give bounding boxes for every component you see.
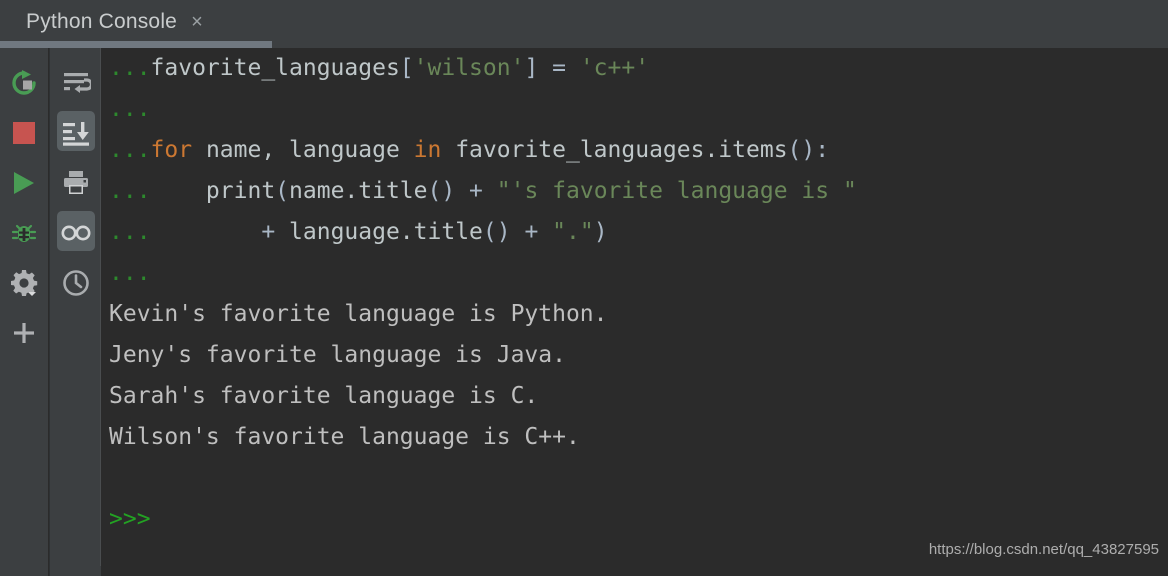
print-button[interactable] — [54, 158, 98, 208]
continuation-prompt: ... — [109, 137, 151, 163]
console-input-line: ... — [101, 253, 1168, 294]
code-token: 'c++' — [579, 55, 650, 81]
continuation-prompt: ... — [109, 260, 151, 286]
output-text: Kevin's favorite language is Python. — [109, 301, 608, 327]
python-console-window: Python Console × ...favorite_languages['… — [0, 0, 1168, 576]
code-token: (): — [787, 137, 830, 163]
run-button[interactable] — [2, 158, 46, 208]
tab-bar: Python Console × — [0, 0, 1168, 48]
continuation-prompt: ... — [109, 219, 151, 245]
console-input-line: ...for name, language in favorite_langua… — [101, 130, 1168, 171]
settings-gear-button[interactable] — [2, 258, 46, 308]
continuation-prompt: ... — [109, 96, 151, 122]
code-token: + — [150, 219, 290, 245]
active-tab-indicator — [0, 41, 272, 48]
watermark-text: https://blog.csdn.net/qq_43827595 — [928, 541, 1159, 558]
code-token: [ — [399, 55, 414, 81]
close-icon[interactable]: × — [191, 12, 203, 32]
code-token: print — [150, 178, 276, 204]
console-line-list: ...favorite_languages['wilson'] = 'c++'.… — [101, 48, 1168, 540]
continuation-prompt: ... — [109, 178, 151, 204]
console-input-line: ... — [101, 89, 1168, 130]
code-token: favorite_languages.items — [441, 137, 788, 163]
glasses-button[interactable] — [54, 208, 98, 258]
plus-button[interactable] — [2, 308, 46, 358]
code-token: () + — [427, 178, 497, 204]
code-token: name.title — [289, 178, 428, 204]
console-input-line: ... print(name.title() + "'s favorite la… — [101, 171, 1168, 212]
code-token: ( — [275, 178, 290, 204]
console-input-line: ... + language.title() + ".") — [101, 212, 1168, 253]
code-token: ] = — [524, 55, 580, 81]
output-text: Jeny's favorite language is Java. — [109, 342, 566, 368]
code-token: in — [413, 137, 442, 163]
debug-bug-button[interactable] — [2, 208, 46, 258]
console-prompt-line: >>> — [101, 499, 1168, 540]
output-text: Sarah's favorite language is C. — [109, 383, 539, 409]
code-token: "." — [552, 219, 594, 245]
tab-label: Python Console — [26, 10, 178, 33]
code-token: () + — [482, 219, 553, 245]
code-token: language.title — [289, 219, 483, 245]
scroll-to-end-button[interactable] — [54, 108, 98, 158]
console-view-toolbar — [49, 48, 101, 576]
console-output-line: Kevin's favorite language is Python. — [101, 294, 1168, 335]
tab-python-console[interactable]: Python Console × — [0, 0, 223, 44]
rerun-button[interactable] — [2, 58, 46, 108]
console-output-line: Jeny's favorite language is Java. — [101, 335, 1168, 376]
ps1-prompt[interactable]: >>> — [109, 506, 151, 532]
code-token: 'wilson' — [413, 55, 525, 81]
console-output-line: Wilson's favorite language is C++. — [101, 417, 1168, 458]
run-toolbar — [0, 48, 48, 576]
soft-wrap-button[interactable] — [54, 58, 98, 108]
stop-button[interactable] — [2, 108, 46, 158]
code-token: ) — [593, 219, 608, 245]
continuation-prompt: ... — [109, 55, 151, 81]
output-text: Wilson's favorite language is C++. — [109, 424, 580, 450]
code-token: favorite_languages — [150, 55, 400, 81]
history-clock-button[interactable] — [54, 258, 98, 308]
console-output-area[interactable]: ...favorite_languages['wilson'] = 'c++'.… — [100, 48, 1168, 566]
code-token: name, language — [192, 137, 414, 163]
console-output-line: Sarah's favorite language is C. — [101, 376, 1168, 417]
console-input-line: ...favorite_languages['wilson'] = 'c++' — [101, 48, 1168, 89]
code-token: "'s favorite language is " — [496, 178, 857, 204]
code-token: for — [150, 137, 193, 163]
